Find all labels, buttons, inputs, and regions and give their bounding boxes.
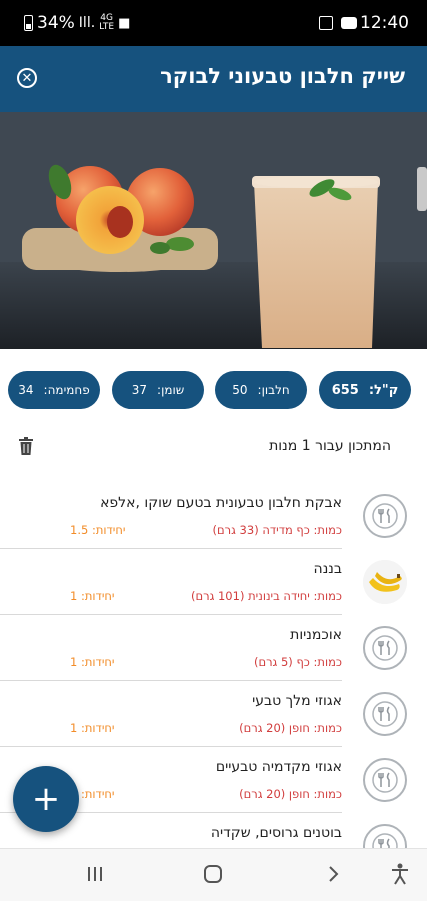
ingredient-units: יחידות: 1.5 [70,523,126,537]
clock: 12:40 [360,13,409,33]
status-left: 34% Ill. 4G LTE ■ [24,12,130,34]
calories-label: ק"ל: [368,382,399,398]
add-ingredient-button[interactable]: + [13,766,79,832]
battery-percent: 34% [37,13,75,33]
ingredient-row[interactable]: בננה כמות: יחידה בינונית (101 גרם) יחידו… [0,549,427,615]
ingredient-name: בוטנים גרוסים, שקדיה [210,825,342,841]
status-notifications [319,12,357,34]
system-nav-bar [0,848,427,901]
smoothie-photo [0,112,427,349]
protein-chip: חלבון: 50 [215,371,307,409]
fork-knife-icon [363,494,407,538]
protein-value: 50 [232,383,248,397]
ingredient-units: יחידות: 1 [70,655,115,669]
carbs-value: 34 [18,383,34,397]
recent-apps-icon[interactable] [84,861,106,887]
calories-value: 655 [331,382,359,398]
fat-value: 37 [131,383,148,397]
gallery-notification-icon [319,16,333,30]
accessibility-icon[interactable] [388,861,412,887]
fork-knife-icon [363,824,407,848]
ingredient-units: יחידות: 1 [70,589,115,603]
fat-label: שומן: [157,383,185,397]
fat-chip: שומן: 37 [112,371,204,409]
page-title: שייק חלבון טבעוני לבוקר [160,64,405,88]
message-notification-icon [341,17,357,29]
signal-icon: Ill. [78,15,96,31]
ingredient-quantity: כמות: כף (5 גרם) [253,655,342,669]
ingredient-name: אוכמניות [290,627,342,643]
app-header: ✕ שייק חלבון טבעוני לבוקר [0,46,427,112]
calories-chip: ק"ל: 655 [319,371,411,409]
fork-knife-icon [363,758,407,802]
carbs-chip: פחמימה: 34 [8,371,100,409]
ingredient-name: אגוזי מקדמיה טבעיים [215,759,342,775]
back-icon[interactable] [322,861,344,887]
protein-label: חלבון: [257,383,290,397]
battery-icon [24,15,33,31]
banana-photo [363,560,407,604]
ingredient-quantity: כמות: כף מדידה (33 גרם) [212,523,342,537]
home-icon[interactable] [201,861,225,887]
ingredient-name: אבקת חלבון טבעונית בטעם שוקו ,אלפא [100,495,342,511]
ingredient-row[interactable]: אוכמניות כמות: כף (5 גרם) יחידות: 1 [0,615,427,681]
ingredient-row[interactable]: אגוזי מלך טבעי כמות: חופן (20 גרם) יחידו… [0,681,427,747]
ingredient-quantity: כמות: חופן (20 גרם) [239,787,342,801]
trash-icon[interactable] [19,437,33,455]
carbs-label: פחמימה: [43,383,90,397]
fork-knife-icon [363,692,407,736]
ingredient-row[interactable]: אבקת חלבון טבעונית בטעם שוקו ,אלפא כמות:… [0,483,427,549]
close-icon[interactable]: ✕ [17,68,37,88]
ingredient-quantity: כמות: חופן (20 גרם) [239,721,342,735]
ingredient-quantity: כמות: יחידה בינונית (101 גרם) [190,589,342,603]
network-type: 4G LTE [99,14,114,32]
ingredient-units: יחידות: 1 [70,721,115,735]
servings-label: המתכון עבור 1 מנות [269,438,391,454]
recipe-hero-image [0,112,427,349]
robot-icon: ■ [118,15,131,31]
network-sub-label: LTE [99,22,115,32]
ingredient-name: אגוזי מלך טבעי [252,693,342,709]
fork-knife-icon [363,626,407,670]
status-bar: 34% Ill. 4G LTE ■ 12:40 [0,0,427,46]
ingredient-name: בננה [313,561,342,577]
